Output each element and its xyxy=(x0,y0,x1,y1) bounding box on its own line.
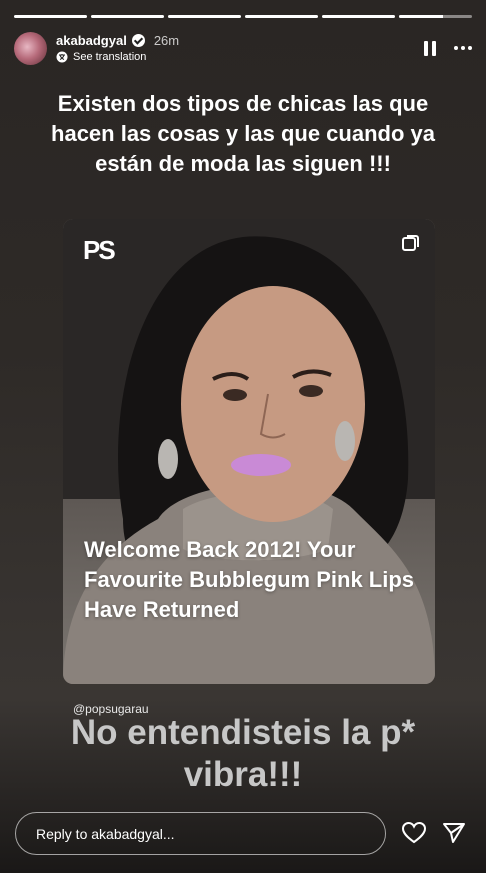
progress-segment xyxy=(14,15,87,18)
story-header: akabadgyal 26m See translation xyxy=(14,29,472,67)
more-icon[interactable] xyxy=(454,46,472,50)
story-text: No entendisteis la p* vibra!!! xyxy=(70,713,416,794)
popsugar-logo: PS xyxy=(83,235,116,265)
pause-icon[interactable] xyxy=(424,40,436,56)
progress-segment-current xyxy=(399,15,472,18)
progress-segment xyxy=(91,15,164,18)
story-caption: Existen dos tipos de chicas las que hace… xyxy=(51,91,435,176)
reply-input[interactable]: Reply to akabadgyal... xyxy=(15,812,386,855)
username[interactable]: akabadgyal xyxy=(56,33,127,48)
progress-segment xyxy=(245,15,318,18)
reply-placeholder: Reply to akabadgyal... xyxy=(36,825,175,842)
post-headline: Welcome Back 2012! Your Favourite Bubble… xyxy=(84,537,415,622)
shared-post-card[interactable]: PS Welcome Back 2012! Your Favourite Bub… xyxy=(63,219,435,684)
story-progress xyxy=(14,15,472,18)
avatar[interactable] xyxy=(14,31,47,65)
carousel-icon xyxy=(402,235,419,251)
heart-icon[interactable] xyxy=(401,821,427,845)
post-time: 26m xyxy=(153,33,180,48)
verified-badge-icon xyxy=(131,34,145,47)
progress-segment xyxy=(168,15,241,18)
user-meta: akabadgyal 26m See translation xyxy=(56,33,179,63)
translate-icon xyxy=(56,51,68,63)
progress-segment xyxy=(322,15,395,18)
see-translation-link[interactable]: See translation xyxy=(56,51,179,63)
send-icon[interactable] xyxy=(441,821,467,845)
see-translation-label: See translation xyxy=(73,51,147,63)
